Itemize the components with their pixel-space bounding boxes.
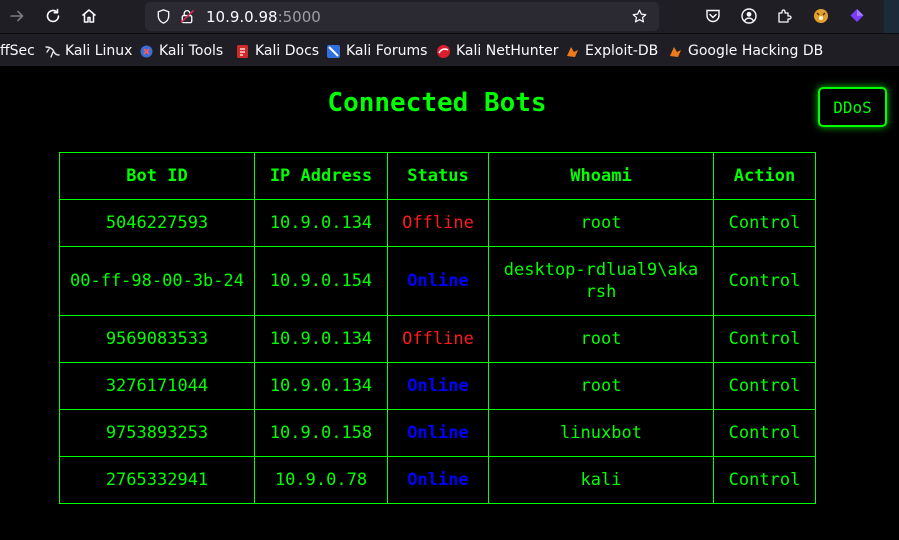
cell-status: Online <box>387 456 489 504</box>
bookmark-label: Google Hacking DB <box>688 43 824 59</box>
cell-whoami: root <box>488 315 714 363</box>
kali-docs-icon <box>235 44 250 59</box>
arrow-right-icon <box>10 10 24 22</box>
kali-forums-icon <box>326 44 341 59</box>
table-row: 00-ff-98-00-3b-24 10.9.0.154 Online desk… <box>59 246 816 316</box>
kali-tools-icon <box>139 44 154 59</box>
cell-bot-id: 00-ff-98-00-3b-24 <box>59 246 255 316</box>
exploit-db-icon <box>565 44 580 59</box>
account-icon <box>741 8 757 24</box>
bookmark-label: Kali Tools <box>159 43 224 59</box>
bookmark-kali-forums[interactable]: Kali Forums <box>326 42 427 60</box>
bookmark-label: Kali Linux <box>65 43 133 59</box>
bookmark-label: Kali Docs <box>255 43 320 59</box>
table-row: 3276171044 10.9.0.134 Online root Contro… <box>59 362 816 410</box>
reload-button[interactable] <box>40 4 66 28</box>
cell-bot-id: 9753893253 <box>59 409 255 457</box>
cell-ip: 10.9.0.134 <box>254 199 388 247</box>
cell-whoami: desktop-rdlual9\akarsh <box>488 246 714 316</box>
cell-ip: 10.9.0.78 <box>254 456 388 504</box>
control-link[interactable]: Control <box>713 362 816 410</box>
table-row: 2765332941 10.9.0.78 Online kali Control <box>59 456 816 504</box>
url-host: 10.9.0.98 <box>206 8 278 26</box>
control-link[interactable]: Control <box>713 315 816 363</box>
control-link[interactable]: Control <box>713 246 816 316</box>
bookmark-offsec[interactable]: ffSec <box>0 42 35 60</box>
bookmarks-toolbar: ffSec Kali Linux Kali Tools Kali Docs Ka… <box>0 33 899 66</box>
cell-ip: 10.9.0.134 <box>254 362 388 410</box>
url-port: :5000 <box>277 8 321 26</box>
cube-extension-icon <box>850 9 864 22</box>
bookmark-kali-nethunter[interactable]: Kali NetHunter <box>436 42 558 60</box>
cell-status: Online <box>387 409 489 457</box>
control-link[interactable]: Control <box>713 456 816 504</box>
pocket-button[interactable] <box>702 5 724 27</box>
bookmark-label: Exploit-DB <box>585 43 659 59</box>
pocket-icon <box>706 9 720 23</box>
insecure-lock-icon[interactable] <box>179 8 196 25</box>
page-title: Connected Bots <box>327 88 547 118</box>
cell-whoami: root <box>488 199 714 247</box>
account-button[interactable] <box>738 5 760 27</box>
bookmark-kali-linux[interactable]: Kali Linux <box>45 42 132 60</box>
table-row: 5046227593 10.9.0.134 Offline root Contr… <box>59 199 816 247</box>
bookmark-label: ffSec <box>0 43 35 59</box>
shield-icon[interactable] <box>155 8 172 25</box>
header-bot-id: Bot ID <box>59 152 255 200</box>
header-whoami: Whoami <box>488 152 714 200</box>
bookmark-kali-docs[interactable]: Kali Docs <box>235 42 319 60</box>
extension-purple-button[interactable] <box>846 5 868 27</box>
cell-ip: 10.9.0.134 <box>254 315 388 363</box>
ddos-button[interactable]: DDoS <box>818 87 887 127</box>
kali-dragon-icon <box>45 44 60 59</box>
extensions-button[interactable] <box>774 5 796 27</box>
cell-status: Online <box>387 362 489 410</box>
puzzle-icon <box>778 9 792 23</box>
home-button[interactable] <box>76 4 102 28</box>
header-action: Action <box>713 152 816 200</box>
bookmark-kali-tools[interactable]: Kali Tools <box>139 42 223 60</box>
url-text[interactable]: 10.9.0.98:5000 <box>206 8 321 26</box>
ghdb-icon <box>668 44 683 59</box>
extension-foxyproxy-button[interactable] <box>810 5 832 27</box>
reload-icon <box>46 8 60 23</box>
header-ip-address: IP Address <box>254 152 388 200</box>
cell-whoami: root <box>488 362 714 410</box>
cell-bot-id: 3276171044 <box>59 362 255 410</box>
control-link[interactable]: Control <box>713 409 816 457</box>
cell-bot-id: 2765332941 <box>59 456 255 504</box>
cell-whoami: linuxbot <box>488 409 714 457</box>
bots-table: Bot ID IP Address Status Whoami Action 5… <box>59 152 816 504</box>
window-edge <box>884 0 899 33</box>
star-icon[interactable] <box>631 8 648 25</box>
url-bar[interactable]: 10.9.0.98:5000 <box>145 2 659 31</box>
cell-whoami: kali <box>488 456 714 504</box>
forward-button[interactable] <box>4 4 30 28</box>
cell-ip: 10.9.0.158 <box>254 409 388 457</box>
header-status: Status <box>387 152 489 200</box>
control-link[interactable]: Control <box>713 199 816 247</box>
kali-nethunter-icon <box>436 44 451 59</box>
bookmark-label: Kali NetHunter <box>456 43 559 59</box>
bookmark-label: Kali Forums <box>346 43 428 59</box>
cell-status: Online <box>387 246 489 316</box>
cell-status: Offline <box>387 315 489 363</box>
fox-extension-icon <box>814 9 828 23</box>
navigation-toolbar: 10.9.0.98:5000 <box>0 0 899 33</box>
cell-bot-id: 5046227593 <box>59 199 255 247</box>
cell-ip: 10.9.0.154 <box>254 246 388 316</box>
table-row: 9569083533 10.9.0.134 Offline root Contr… <box>59 315 816 363</box>
home-icon <box>82 9 96 23</box>
bots-page: Connected Bots DDoS Bot ID IP Address St… <box>0 66 899 540</box>
cell-status: Offline <box>387 199 489 247</box>
bookmark-google-hacking-db[interactable]: Google Hacking DB <box>668 42 823 60</box>
cell-bot-id: 9569083533 <box>59 315 255 363</box>
table-row: 9753893253 10.9.0.158 Online linuxbot Co… <box>59 409 816 457</box>
bookmark-exploit-db[interactable]: Exploit-DB <box>565 42 658 60</box>
table-header-row: Bot ID IP Address Status Whoami Action <box>59 152 816 200</box>
